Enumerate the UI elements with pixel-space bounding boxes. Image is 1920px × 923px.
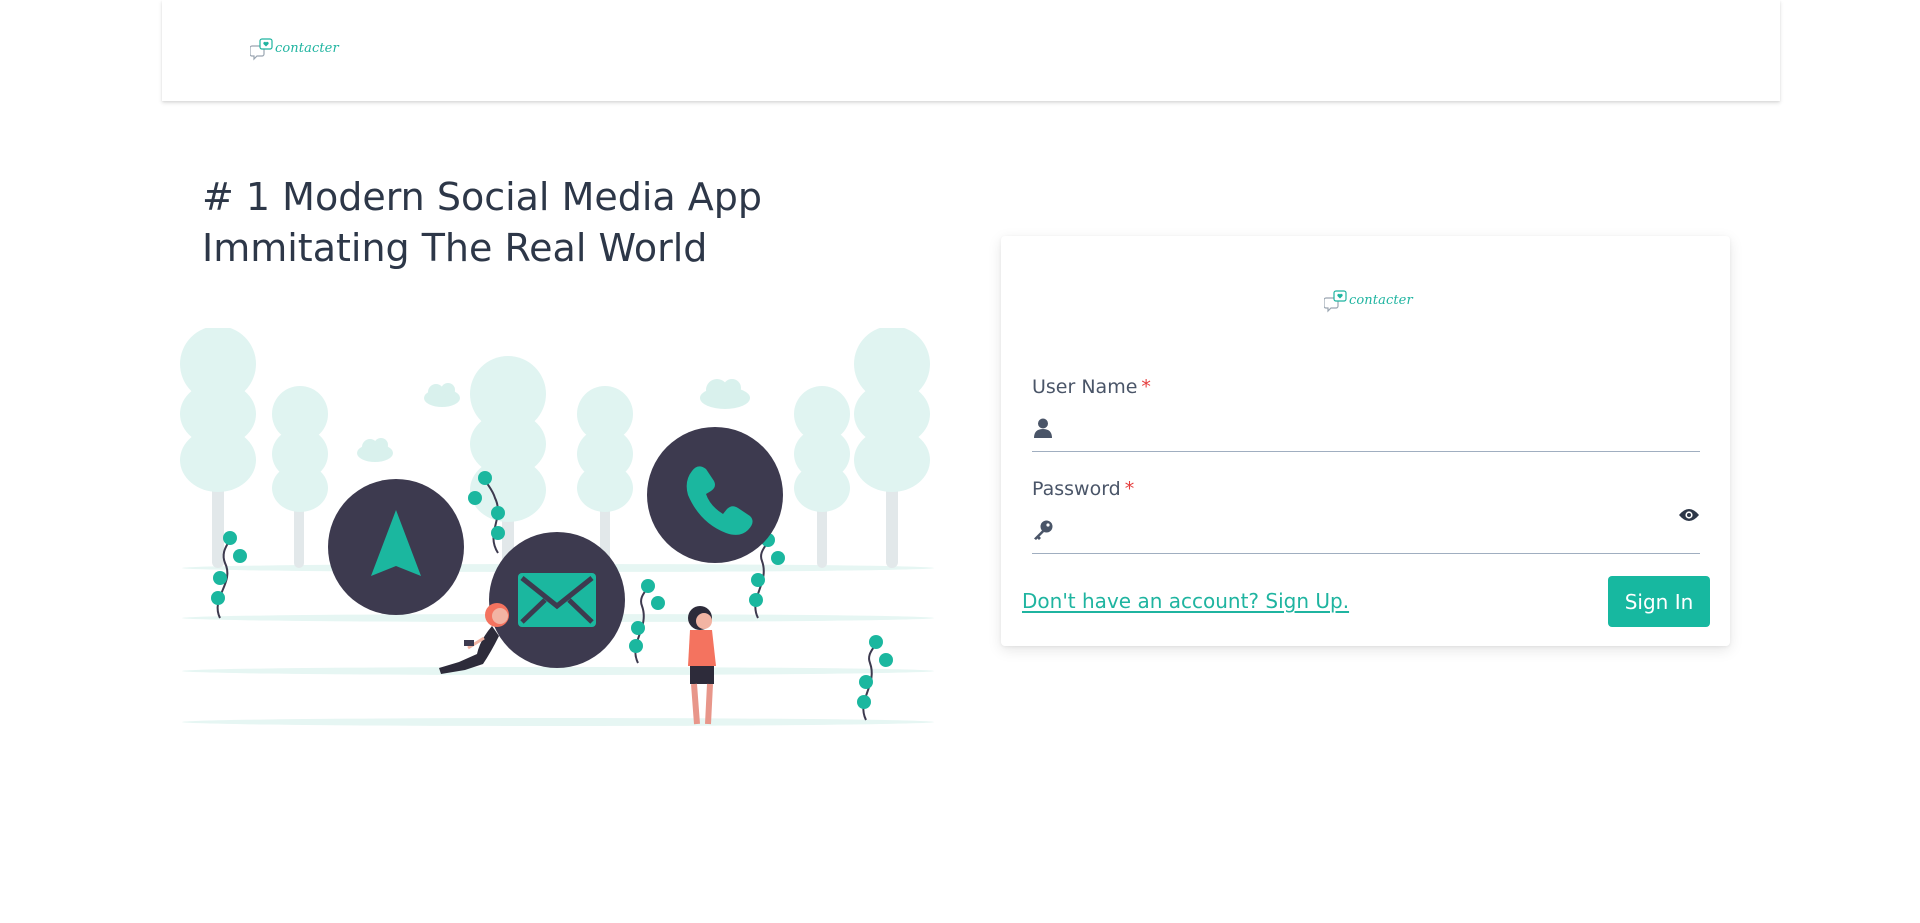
- password-input-row: [1032, 506, 1700, 554]
- phone-bubble: [647, 427, 783, 563]
- brand-name: contacter: [1349, 293, 1413, 308]
- hero-title: # 1 Modern Social Media App Immitating T…: [202, 175, 763, 270]
- login-card: contacter User Name * Password * Don't hav…: [1001, 236, 1730, 646]
- password-field: Password *: [1032, 478, 1700, 554]
- top-navbar: contacter: [162, 0, 1780, 101]
- key-icon: [1032, 519, 1054, 541]
- sign-in-button[interactable]: Sign In: [1608, 576, 1710, 627]
- navbar-logo[interactable]: contacter: [250, 38, 339, 62]
- username-field: User Name *: [1032, 376, 1700, 452]
- required-marker: *: [1141, 376, 1151, 398]
- username-input[interactable]: [1054, 404, 1700, 451]
- username-label: User Name *: [1032, 376, 1151, 398]
- brand-name: contacter: [275, 41, 339, 56]
- required-marker: *: [1124, 478, 1135, 500]
- chat-bubbles-icon: [1324, 290, 1347, 313]
- signup-link[interactable]: Don't have an account? Sign Up.: [1022, 589, 1349, 613]
- password-label: Password *: [1032, 478, 1135, 500]
- user-icon: [1032, 417, 1054, 439]
- sitting-person: [439, 603, 509, 674]
- card-logo: contacter: [1324, 290, 1413, 314]
- password-input[interactable]: [1054, 506, 1700, 553]
- social-media-illustration: [180, 328, 934, 726]
- username-input-row: [1032, 404, 1700, 452]
- chat-bubbles-icon: [250, 38, 273, 61]
- eye-icon[interactable]: [1678, 504, 1700, 526]
- trees: [180, 328, 930, 568]
- navigation-bubble: [328, 479, 464, 615]
- standing-person: [688, 606, 716, 725]
- mail-bubble: [489, 532, 625, 668]
